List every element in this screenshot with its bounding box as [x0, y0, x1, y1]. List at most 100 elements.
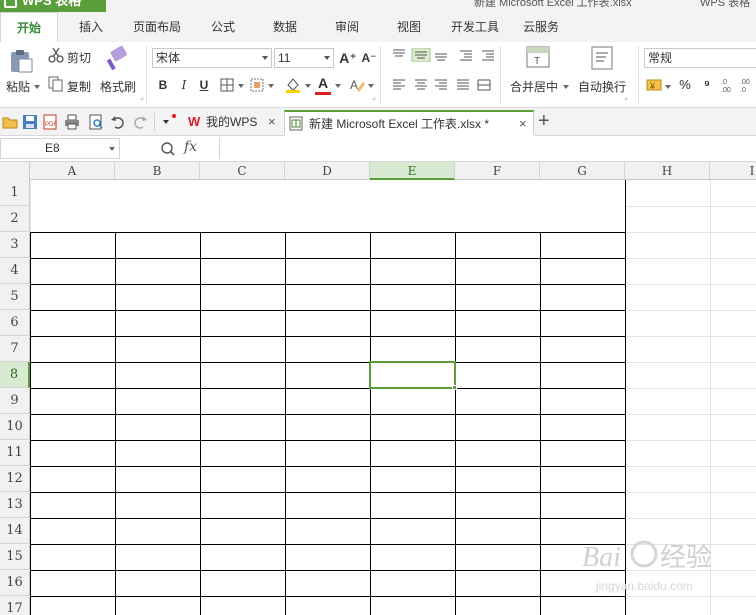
undo-icon[interactable]: [110, 114, 126, 130]
merged-title-cell[interactable]: [31, 181, 625, 232]
horizontal-align-icons[interactable]: [390, 78, 508, 92]
row-header-11[interactable]: 11: [0, 440, 30, 466]
shrink-font-button[interactable]: A⁻: [360, 49, 378, 67]
comma-style-button[interactable]: ⁹: [698, 76, 716, 94]
row-header-4[interactable]: 4: [0, 258, 30, 284]
fill-handle[interactable]: [452, 385, 457, 390]
cell-style-dropdown-icon[interactable]: [268, 84, 274, 88]
cell-style-icon[interactable]: [250, 78, 264, 92]
borders-icon[interactable]: [220, 78, 234, 92]
paste-button[interactable]: 粘贴: [6, 78, 30, 95]
row-header-1[interactable]: 1: [0, 180, 30, 206]
row-header-6[interactable]: 6: [0, 310, 30, 336]
font-name-select[interactable]: 宋体: [152, 48, 272, 68]
row-header-14[interactable]: 14: [0, 518, 30, 544]
font-group-expand-icon[interactable]: ⌟: [372, 92, 376, 101]
bold-button[interactable]: B: [154, 76, 172, 94]
currency-icon[interactable]: ¥: [646, 78, 662, 92]
font-color-icon[interactable]: A: [314, 74, 332, 92]
print-icon[interactable]: [64, 114, 80, 130]
open-folder-icon[interactable]: [2, 114, 18, 130]
scissors-icon[interactable]: [48, 47, 64, 63]
grow-font-button[interactable]: A⁺: [338, 49, 358, 67]
clipboard-group-expand-icon[interactable]: ⌟: [140, 92, 144, 101]
format-painter-button[interactable]: 格式刷: [100, 78, 136, 95]
underline-button[interactable]: U: [195, 76, 213, 94]
row-header-17[interactable]: 17: [0, 596, 30, 615]
tab-review[interactable]: 审阅: [324, 12, 370, 42]
paste-icon[interactable]: [8, 48, 34, 74]
close-icon[interactable]: ×: [519, 112, 527, 136]
print-preview-icon[interactable]: [88, 114, 104, 130]
column-header-c[interactable]: C: [200, 162, 285, 180]
decimal-buttons-icon[interactable]: .0 .00 .00 .0: [720, 76, 756, 94]
tab-insert[interactable]: 插入: [66, 12, 116, 42]
column-header-i[interactable]: I: [710, 162, 756, 180]
merge-center-button[interactable]: 合并居中: [510, 78, 558, 95]
font-color-dropdown-icon[interactable]: [335, 84, 341, 88]
tab-workbook[interactable]: 新建 Microsoft Excel 工作表.xlsx * ×: [284, 110, 534, 136]
row-header-10[interactable]: 10: [0, 414, 30, 440]
tab-developer[interactable]: 开发工具: [444, 12, 506, 42]
row-header-9[interactable]: 9: [0, 388, 30, 414]
currency-dropdown-icon[interactable]: [665, 85, 671, 89]
copy-icon[interactable]: [48, 76, 64, 92]
column-header-e[interactable]: E: [370, 162, 455, 180]
save-icon[interactable]: [22, 114, 38, 130]
export-pdf-icon[interactable]: PDF: [42, 114, 58, 130]
redo-icon[interactable]: [132, 114, 148, 130]
font-size-select[interactable]: 11: [274, 48, 334, 68]
row-header-15[interactable]: 15: [0, 544, 30, 570]
cut-button[interactable]: 剪切: [67, 49, 91, 66]
selected-cell[interactable]: [369, 361, 456, 389]
fill-color-dropdown-icon[interactable]: [305, 84, 311, 88]
copy-button[interactable]: 复制: [67, 78, 91, 95]
wrap-text-icon[interactable]: [591, 46, 613, 70]
tab-page-layout[interactable]: 页面布局: [126, 12, 188, 42]
alignment-group-expand-icon[interactable]: ⌟: [624, 92, 628, 101]
fill-color-icon[interactable]: [284, 76, 302, 94]
row-header-12[interactable]: 12: [0, 466, 30, 492]
tab-formulas[interactable]: 公式: [200, 12, 246, 42]
number-format-select[interactable]: 常规: [644, 48, 756, 68]
format-painter-icon[interactable]: [104, 46, 130, 72]
select-all-corner[interactable]: [0, 162, 30, 180]
clear-format-icon[interactable]: A: [348, 76, 366, 94]
tab-view[interactable]: 视图: [386, 12, 432, 42]
new-tab-button[interactable]: +: [538, 110, 550, 132]
row-header-2[interactable]: 2: [0, 206, 30, 232]
column-header-f[interactable]: F: [455, 162, 540, 180]
column-header-d[interactable]: D: [285, 162, 370, 180]
tab-home[interactable]: 开始: [0, 12, 58, 42]
column-header-b[interactable]: B: [115, 162, 200, 180]
svg-text:.00: .00: [721, 87, 731, 94]
insert-function-button[interactable]: fx: [184, 139, 197, 155]
paste-dropdown-icon[interactable]: [34, 85, 40, 89]
row-header-5[interactable]: 5: [0, 284, 30, 310]
tab-cloud[interactable]: 云服务: [516, 12, 566, 42]
merge-center-icon[interactable]: T: [526, 46, 550, 70]
name-box[interactable]: E8: [0, 138, 120, 159]
column-header-h[interactable]: H: [625, 162, 710, 180]
row-header-7[interactable]: 7: [0, 336, 30, 362]
tab-my-wps[interactable]: W 我的WPS ×: [182, 110, 282, 136]
row-header-13[interactable]: 13: [0, 492, 30, 518]
merge-center-dropdown-icon[interactable]: [563, 85, 569, 89]
row-header-8[interactable]: 8: [0, 362, 30, 388]
vertical-align-icons[interactable]: [390, 48, 508, 62]
row-header-3[interactable]: 3: [0, 232, 30, 258]
borders-dropdown-icon[interactable]: [238, 84, 244, 88]
wrap-text-button[interactable]: 自动换行: [578, 78, 626, 95]
app-menu-button[interactable]: WPS 表格: [0, 0, 106, 12]
clear-format-dropdown-icon[interactable]: [368, 84, 374, 88]
percent-button[interactable]: %: [676, 76, 694, 94]
formula-input[interactable]: [219, 138, 756, 159]
close-icon[interactable]: ×: [268, 110, 276, 134]
zoom-search-icon[interactable]: [160, 141, 176, 157]
customize-toolbar-icon[interactable]: [163, 120, 169, 124]
tab-data[interactable]: 数据: [262, 12, 308, 42]
row-header-16[interactable]: 16: [0, 570, 30, 596]
column-header-g[interactable]: G: [540, 162, 625, 180]
column-header-a[interactable]: A: [30, 162, 115, 180]
italic-button[interactable]: I: [175, 76, 193, 94]
